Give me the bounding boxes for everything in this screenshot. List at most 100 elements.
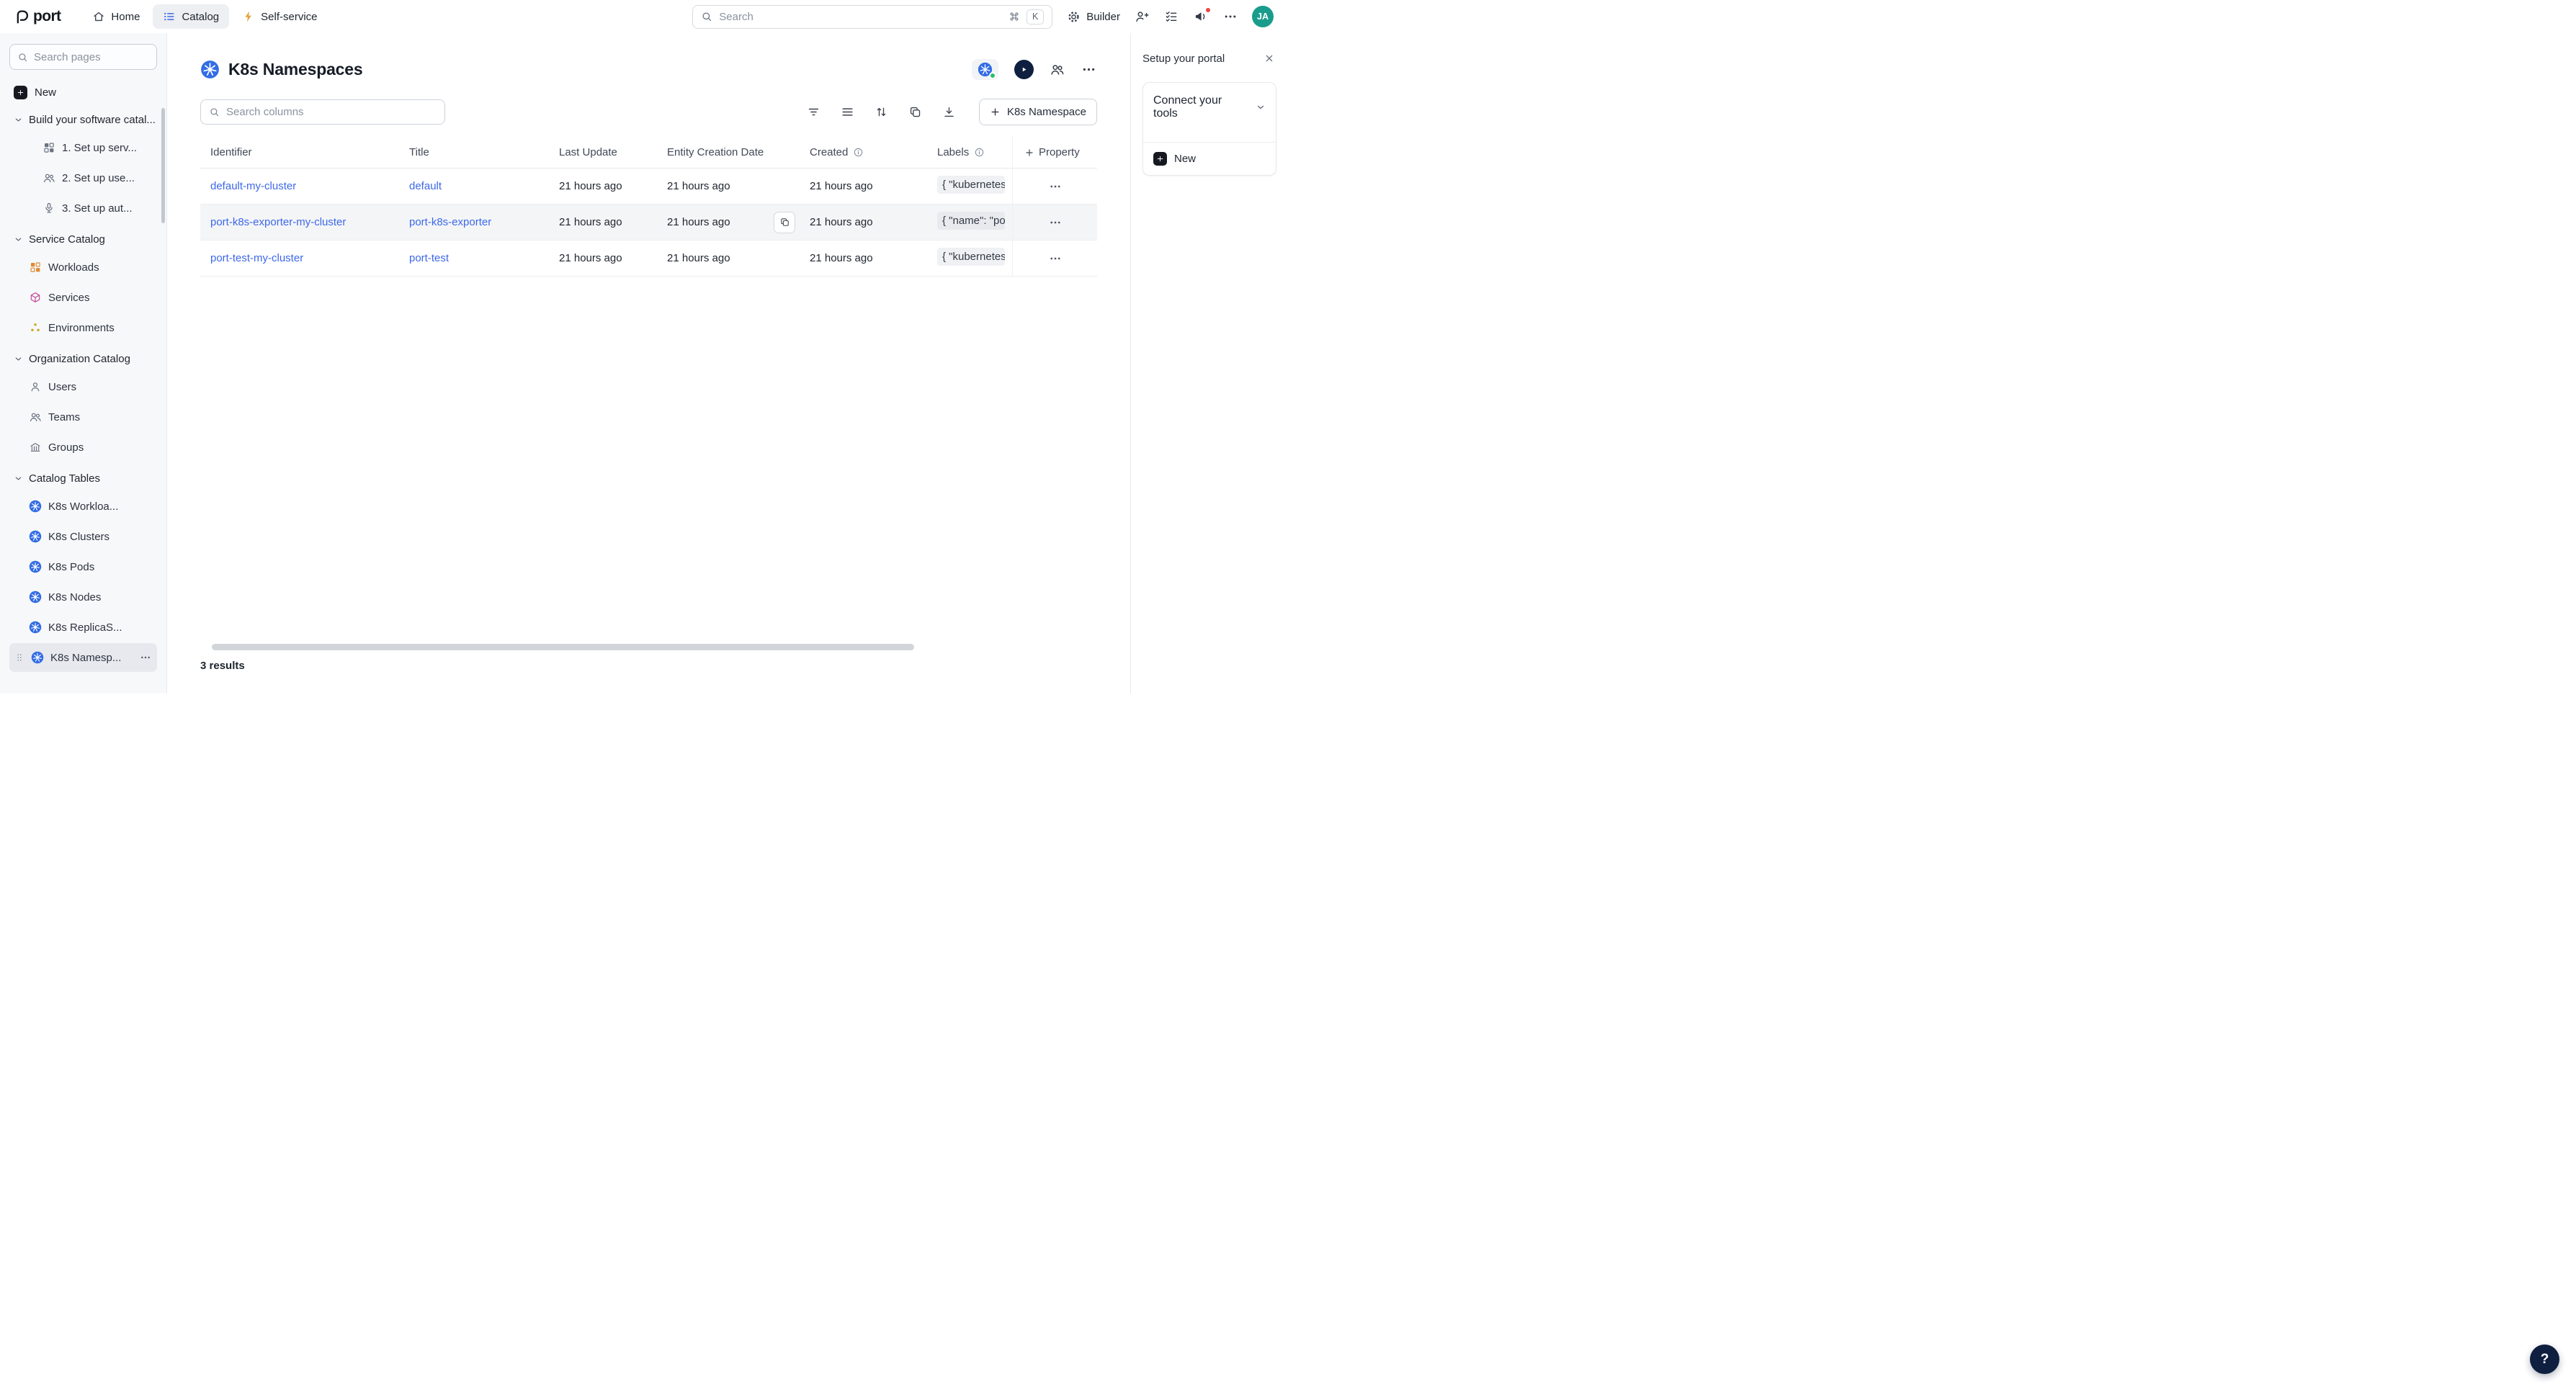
- row-menu-button[interactable]: [1045, 215, 1066, 230]
- copy-table-button[interactable]: [908, 104, 923, 120]
- column-header-entity-creation-date[interactable]: Entity Creation Date: [660, 146, 802, 158]
- search-icon: [701, 11, 712, 22]
- row-actions: [1012, 241, 1097, 276]
- people-icon: [43, 171, 55, 184]
- nav-item-self-service[interactable]: Self-service: [232, 4, 327, 29]
- home-icon: [92, 10, 105, 23]
- export-button[interactable]: [942, 104, 957, 120]
- sidebar-item-services[interactable]: Services: [9, 283, 157, 312]
- nav-item-catalog[interactable]: Catalog: [153, 4, 229, 29]
- play-icon: [1019, 65, 1029, 74]
- sidebar-item-groups[interactable]: Groups: [9, 433, 157, 462]
- panel-new-button[interactable]: New: [1143, 142, 1276, 175]
- cell-title[interactable]: default: [402, 180, 552, 192]
- item-label: K8s Namesp...: [50, 652, 133, 664]
- item-label: K8s ReplicaS...: [48, 621, 151, 634]
- more-menu-button[interactable]: [1222, 9, 1238, 24]
- item-label: 1. Set up serv...: [62, 142, 151, 154]
- sidebar-item-environments[interactable]: Environments: [9, 313, 157, 342]
- announcements-button[interactable]: [1193, 9, 1209, 24]
- sidebar: New Build your software catal... 1. Set …: [0, 33, 167, 694]
- help-button[interactable]: ?: [2530, 1345, 2559, 1374]
- column-header-created[interactable]: Created: [802, 146, 930, 158]
- column-header-identifier[interactable]: Identifier: [200, 146, 402, 158]
- search-columns[interactable]: [200, 99, 445, 125]
- user-avatar[interactable]: JA: [1252, 6, 1274, 27]
- page-header: K8s Namespaces: [200, 59, 1097, 80]
- building-icon: [29, 441, 42, 454]
- sidebar-scrollbar[interactable]: [161, 108, 165, 223]
- data-source-status-button[interactable]: [972, 59, 998, 80]
- sidebar-search[interactable]: [9, 44, 157, 70]
- sidebar-group-build-catalog[interactable]: Build your software catal...: [9, 106, 157, 133]
- table-row: port-test-my-cluster port-test 21 hours …: [200, 241, 1097, 277]
- checklist-button[interactable]: [1163, 9, 1179, 24]
- add-k8s-namespace-button[interactable]: K8s Namespace: [979, 99, 1097, 125]
- row-menu-button[interactable]: [1045, 251, 1066, 266]
- nav-item-home[interactable]: Home: [82, 4, 150, 29]
- cell-identifier[interactable]: port-k8s-exporter-my-cluster: [200, 216, 402, 228]
- invite-users-button[interactable]: [1134, 9, 1150, 24]
- nav-item-label: Self-service: [261, 11, 317, 23]
- sidebar-item-k8s-pods[interactable]: K8s Pods: [9, 552, 157, 581]
- sidebar-item-setup-users[interactable]: 2. Set up use...: [9, 163, 157, 192]
- sidebar-item-setup-services[interactable]: 1. Set up serv...: [9, 133, 157, 162]
- connect-tools-toggle[interactable]: Connect your tools: [1143, 83, 1276, 142]
- microphone-icon: [43, 202, 55, 215]
- row-actions: [1012, 169, 1097, 204]
- search-columns-input[interactable]: [226, 106, 437, 118]
- audience-icon: [1050, 62, 1065, 77]
- item-menu-icon[interactable]: [140, 652, 151, 663]
- add-property-button[interactable]: Property: [1012, 137, 1097, 168]
- item-label: K8s Pods: [48, 561, 151, 573]
- chevron-down-icon: [1256, 102, 1266, 112]
- k8s-icon: [29, 621, 42, 634]
- audience-button[interactable]: [1050, 62, 1065, 78]
- column-header-title[interactable]: Title: [402, 146, 552, 158]
- cell-identifier[interactable]: port-test-my-cluster: [200, 252, 402, 264]
- sidebar-item-workloads[interactable]: Workloads: [9, 253, 157, 282]
- group-label: Build your software catal...: [29, 114, 156, 126]
- sort-icon: [875, 105, 888, 119]
- workloads-icon: [29, 261, 42, 274]
- sidebar-item-setup-automations[interactable]: 3. Set up aut...: [9, 194, 157, 223]
- cell-title[interactable]: port-test: [402, 252, 552, 264]
- drag-handle-icon[interactable]: [14, 652, 24, 663]
- global-search[interactable]: K: [692, 5, 1052, 29]
- global-search-input[interactable]: [719, 11, 1002, 23]
- filter-button[interactable]: [806, 104, 822, 120]
- table-row: default-my-cluster default 21 hours ago …: [200, 169, 1097, 205]
- catalog-icon: [163, 10, 176, 23]
- sidebar-new-button[interactable]: New: [9, 82, 157, 103]
- cell-identifier[interactable]: default-my-cluster: [200, 180, 402, 192]
- sidebar-item-k8s-clusters[interactable]: K8s Clusters: [9, 522, 157, 551]
- column-header-labels[interactable]: Labels: [930, 146, 1012, 158]
- sidebar-item-users[interactable]: Users: [9, 372, 157, 401]
- builder-button[interactable]: Builder: [1067, 10, 1120, 24]
- user-plus-icon: [1135, 9, 1149, 24]
- port-logo[interactable]: port: [14, 8, 61, 25]
- sidebar-group-catalog-tables[interactable]: Catalog Tables: [9, 464, 157, 492]
- sort-button[interactable]: [874, 104, 890, 120]
- sidebar-item-k8s-nodes[interactable]: K8s Nodes: [9, 583, 157, 611]
- sidebar-item-k8s-replicasets[interactable]: K8s ReplicaS...: [9, 613, 157, 642]
- sidebar-group-organization-catalog[interactable]: Organization Catalog: [9, 345, 157, 372]
- copy-value-button[interactable]: [774, 212, 795, 233]
- horizontal-scrollbar[interactable]: [212, 644, 914, 650]
- group-label: Catalog Tables: [29, 472, 100, 485]
- sidebar-group-service-catalog[interactable]: Service Catalog: [9, 225, 157, 253]
- sidebar-search-input[interactable]: [34, 51, 149, 63]
- add-button-label: K8s Namespace: [1007, 106, 1086, 118]
- page-menu-button[interactable]: [1081, 62, 1097, 78]
- sidebar-item-teams[interactable]: Teams: [9, 403, 157, 431]
- group-by-button[interactable]: [840, 104, 856, 120]
- column-header-last-update[interactable]: Last Update: [552, 146, 660, 158]
- sidebar-item-k8s-workloads[interactable]: K8s Workloa...: [9, 492, 157, 521]
- k8s-icon: [29, 560, 42, 573]
- close-icon: [1264, 53, 1275, 64]
- cell-title[interactable]: port-k8s-exporter: [402, 216, 552, 228]
- row-menu-button[interactable]: [1045, 179, 1066, 194]
- sidebar-item-k8s-namespaces[interactable]: K8s Namesp...: [9, 643, 157, 672]
- play-tour-button[interactable]: [1014, 60, 1034, 79]
- close-panel-button[interactable]: [1264, 52, 1276, 65]
